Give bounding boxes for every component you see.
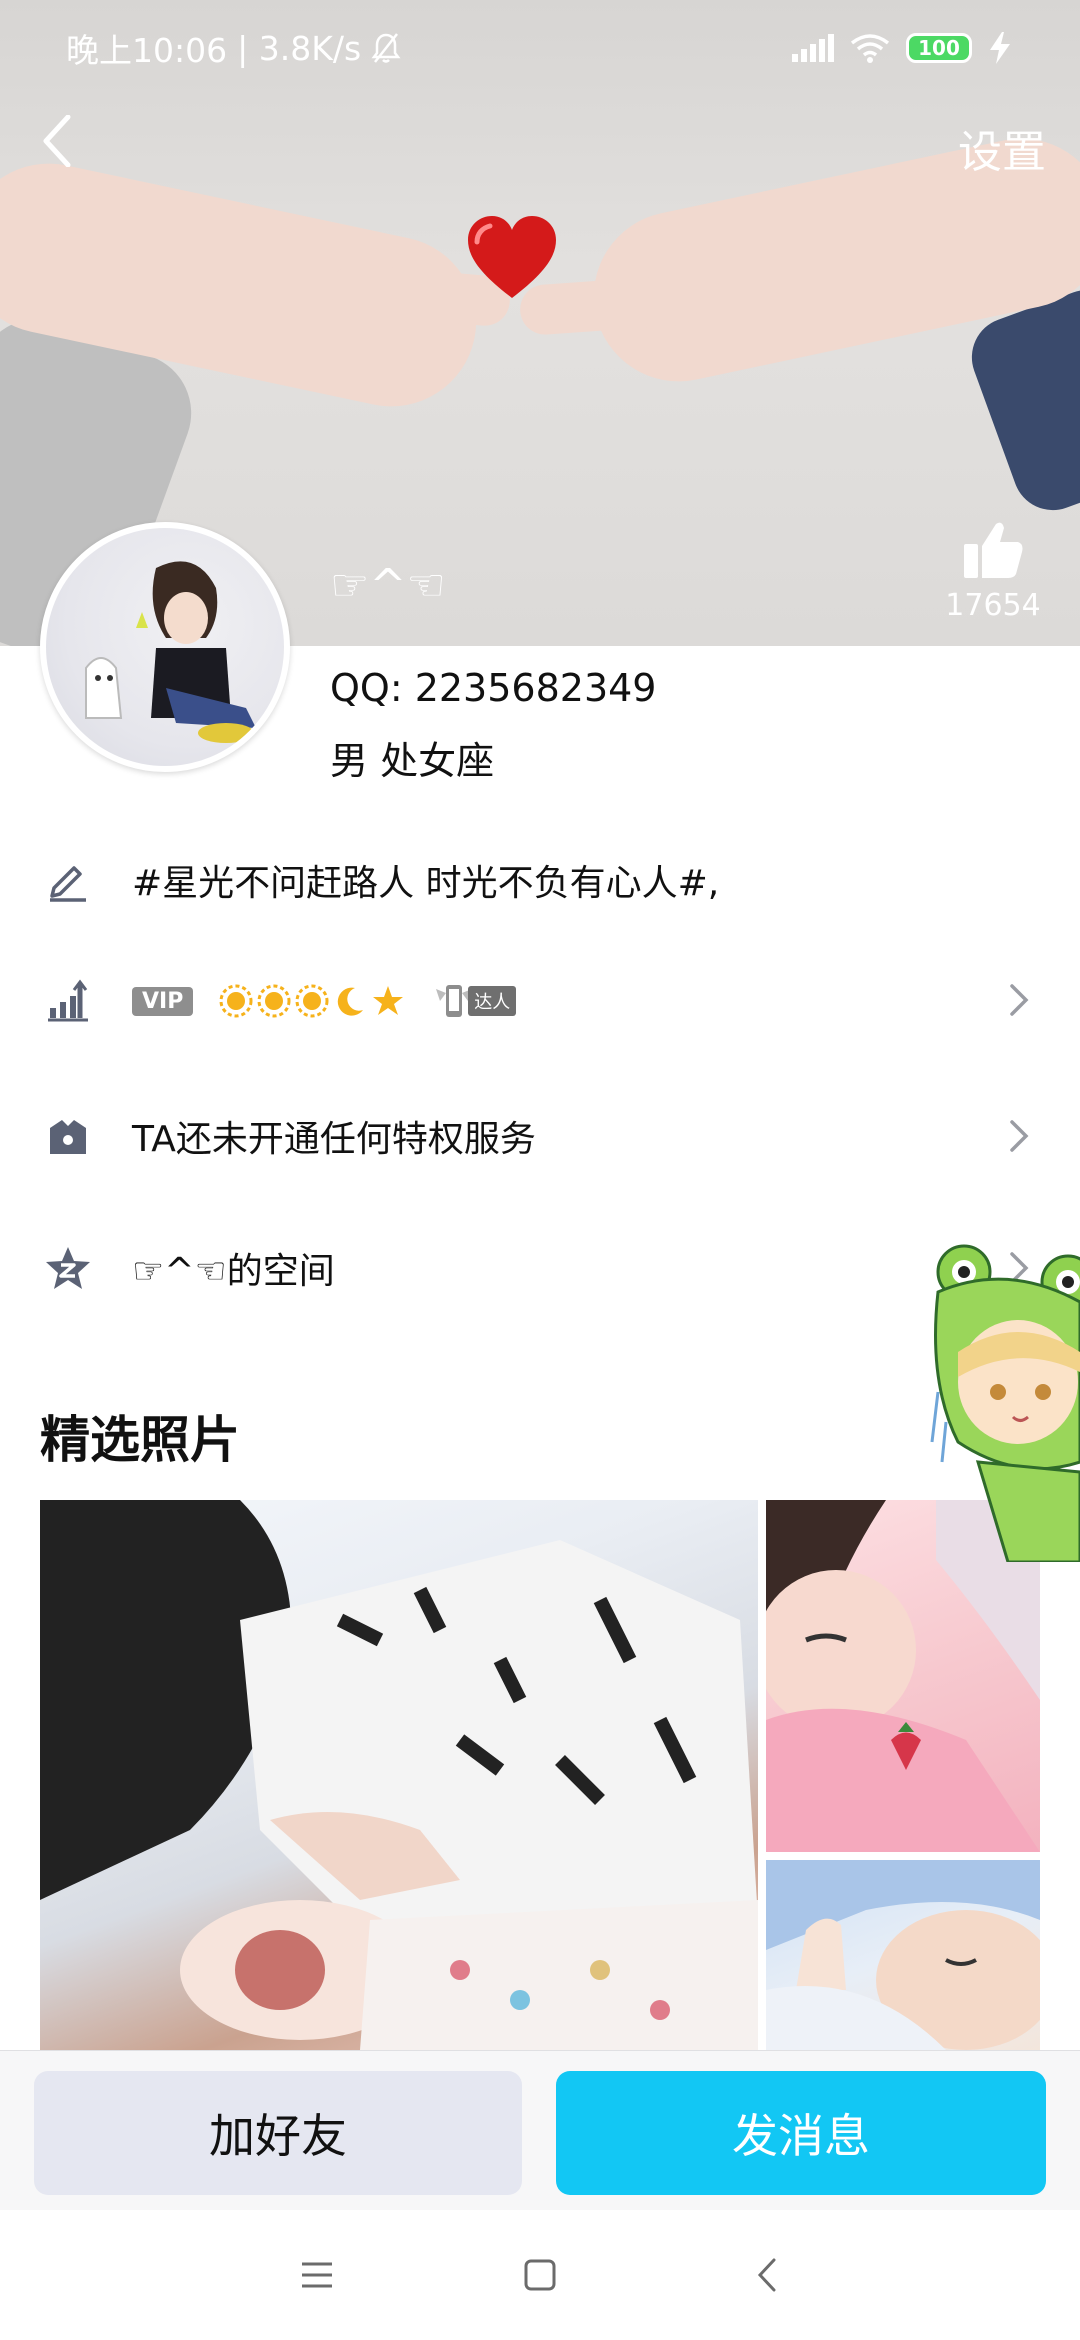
square-home-icon (524, 2259, 556, 2291)
pen-icon (40, 852, 96, 908)
level-icons (219, 984, 405, 1018)
chevron-right-icon (1010, 1120, 1029, 1152)
chevron-left-icon (757, 2258, 776, 2292)
chevron-left-icon (43, 115, 71, 167)
moon-icon (337, 987, 363, 1016)
bell-muted-icon (371, 33, 401, 63)
level-chart-icon (40, 972, 96, 1028)
like-count: 17654 (945, 588, 1041, 623)
crown-icon (40, 1108, 96, 1164)
settings-button[interactable]: 设置 (958, 116, 1046, 180)
thumbs-up-icon (964, 522, 1023, 578)
add-friend-button[interactable]: 加好友 (34, 2071, 522, 2195)
photo-3[interactable] (766, 1860, 1040, 2050)
vip-badge: VIP (132, 986, 194, 1016)
battery-indicator: 100 (906, 33, 972, 63)
top-nav: 设置 (0, 96, 1080, 192)
home-button[interactable] (515, 2250, 565, 2300)
system-nav-bar (0, 2210, 1080, 2340)
photo-1[interactable] (40, 1500, 758, 2050)
photo-1-image (40, 1500, 758, 2050)
like-button[interactable]: 17654 (928, 520, 1058, 623)
avatar[interactable] (40, 522, 290, 772)
action-bar: 加好友 发消息 (0, 2050, 1080, 2210)
chevron-right-icon (1010, 984, 1029, 1016)
charging-icon (990, 32, 1010, 64)
status-speed: | 3.8K/s (237, 28, 362, 68)
master-badge: 达人 (434, 981, 517, 1021)
profile-nickname: ☞^☜ (330, 560, 446, 611)
qq-number: QQ: 2235682349 (330, 666, 657, 710)
signal-icon (792, 34, 834, 62)
sun-icon (295, 984, 329, 1018)
system-back-button[interactable] (742, 2250, 792, 2300)
frog-mascot-sticker[interactable] (918, 1242, 1080, 1564)
heart-icon (468, 216, 556, 298)
sun-icon (257, 984, 291, 1018)
photo-3-image (766, 1860, 1040, 2050)
featured-photos-grid (40, 1500, 1040, 2050)
menu-button[interactable] (292, 2250, 342, 2300)
send-message-button[interactable]: 发消息 (556, 2071, 1046, 2195)
privilege-text: TA还未开通任何特权服务 (132, 1119, 536, 1160)
wifi-icon (850, 34, 890, 63)
featured-photos-title: 精选照片 (40, 1411, 240, 1469)
gender-zodiac: 男 处女座 (330, 739, 495, 783)
status-time: 晚上10:06 (66, 31, 228, 70)
frog-mascot-image (930, 1244, 1080, 1564)
signature-text: #星光不问赶路人 时光不负有心人#, (132, 863, 720, 904)
sun-icon (219, 984, 253, 1018)
avatar-illustration (85, 561, 256, 743)
back-button[interactable] (22, 106, 92, 176)
vip-info: VIP 达人 (132, 979, 517, 1021)
vip-row[interactable]: VIP 达人 (0, 950, 1080, 1050)
menu-icon (302, 2262, 332, 2288)
signature-row[interactable]: #星光不问赶路人 时光不负有心人#, (0, 830, 1080, 930)
space-text: ☞^☜的空间 (132, 1251, 335, 1292)
star-icon (372, 986, 403, 1015)
privilege-row[interactable]: TA还未开通任何特权服务 (0, 1086, 1080, 1186)
qzone-star-icon (40, 1240, 96, 1296)
master-badge-label: 达人 (468, 986, 517, 1016)
status-bar: 晚上10:06 | 3.8K/s 100 (0, 0, 1080, 96)
